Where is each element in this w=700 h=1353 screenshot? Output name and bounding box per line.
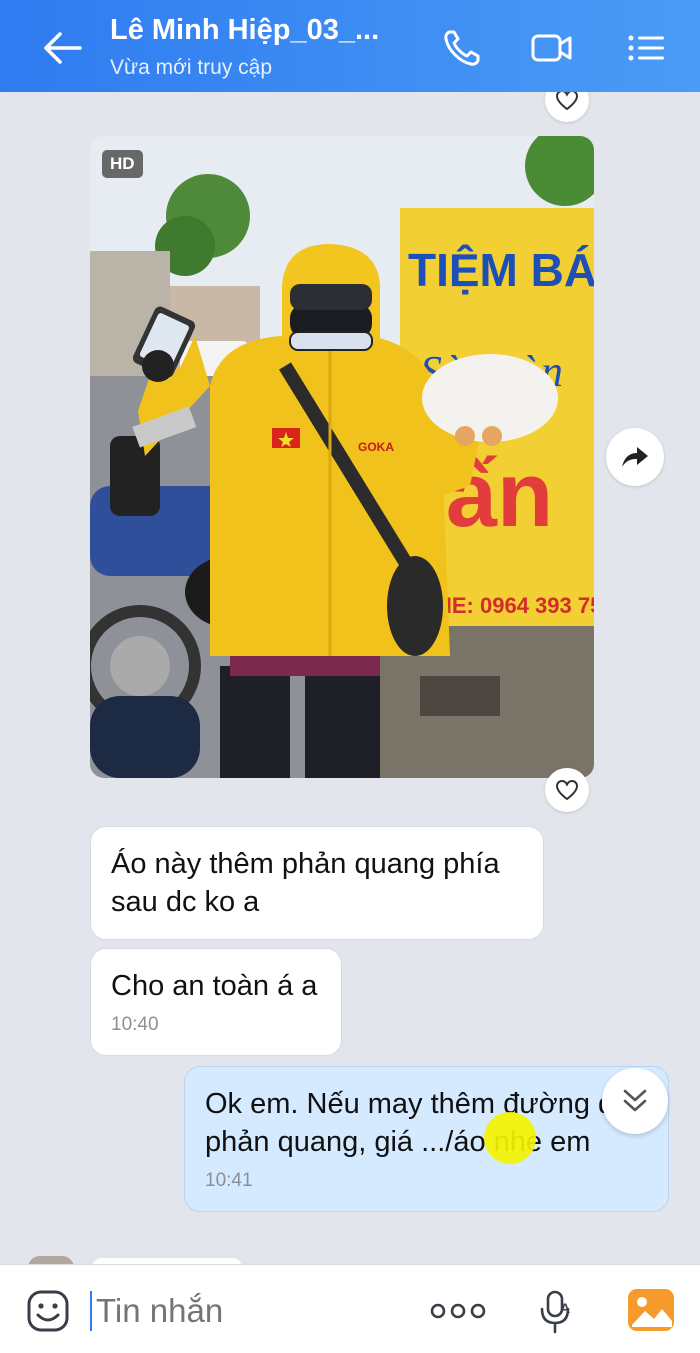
message-list[interactable]: TIỆM BÁNH MÌ Sài Gòn rấn NE: 0964 393 75…	[0, 92, 700, 1264]
heart-react-button[interactable]	[545, 768, 589, 812]
heart-icon	[555, 779, 579, 801]
photo-message[interactable]: TIỆM BÁNH MÌ Sài Gòn rấn NE: 0964 393 75…	[90, 136, 594, 778]
phone-call-icon[interactable]	[440, 26, 484, 70]
message-time: 10:41	[205, 1170, 253, 1191]
heart-react-button[interactable]	[545, 92, 589, 122]
double-chevron-down-icon	[623, 1089, 647, 1112]
menu-list-icon[interactable]	[624, 26, 668, 70]
image-gallery-icon[interactable]	[626, 1287, 676, 1333]
avatar	[28, 1256, 74, 1264]
message-text: Áo này thêm phản quang phía sau dc ko a	[111, 848, 500, 918]
incoming-message-bubble[interactable]: Cho an toàn á a 10:40	[90, 948, 342, 1056]
back-arrow-icon[interactable]	[40, 28, 84, 68]
touch-indicator	[484, 1112, 536, 1164]
outgoing-message-bubble[interactable]: Ok em. Nếu may thêm đường dây phản quang…	[184, 1066, 669, 1212]
svg-text:A: A	[560, 1300, 570, 1316]
delivery-rider-photo: TIỆM BÁNH MÌ Sài Gòn rấn NE: 0964 393 75…	[90, 136, 594, 778]
more-options-icon[interactable]	[430, 1303, 486, 1319]
heart-icon	[555, 92, 579, 111]
video-call-icon[interactable]	[530, 26, 574, 70]
text-caret	[90, 1291, 92, 1331]
hd-badge: HD	[102, 150, 143, 178]
jacket-logo-text: GOKA	[358, 440, 394, 454]
message-input[interactable]	[96, 1291, 396, 1331]
voice-microphone-icon[interactable]: A	[536, 1289, 576, 1335]
scroll-to-bottom-button[interactable]	[602, 1068, 668, 1134]
forward-share-icon	[622, 447, 648, 467]
sign-phone-text: NE: 0964 393 753	[436, 593, 594, 618]
chat-header: Lê Minh Hiệp_03_... Vừa mới truy cập	[0, 0, 700, 92]
sticker-emoji-icon[interactable]	[26, 1289, 70, 1333]
message-text: Ok em. Nếu may thêm đường dây phản quang…	[205, 1088, 645, 1158]
share-button[interactable]	[606, 428, 664, 486]
contact-name[interactable]: Lê Minh Hiệp_03_...	[110, 14, 379, 47]
incoming-message-bubble[interactable]: Áo này thêm phản quang phía sau dc ko a	[90, 826, 544, 940]
contact-status: Vừa mới truy cập	[110, 56, 273, 79]
message-text: Cho an toàn á a	[111, 970, 318, 1002]
message-time: 10:40	[111, 1014, 159, 1035]
sign-title-text: TIỆM BÁNH MÌ	[408, 244, 594, 296]
message-composer: A	[0, 1264, 700, 1353]
